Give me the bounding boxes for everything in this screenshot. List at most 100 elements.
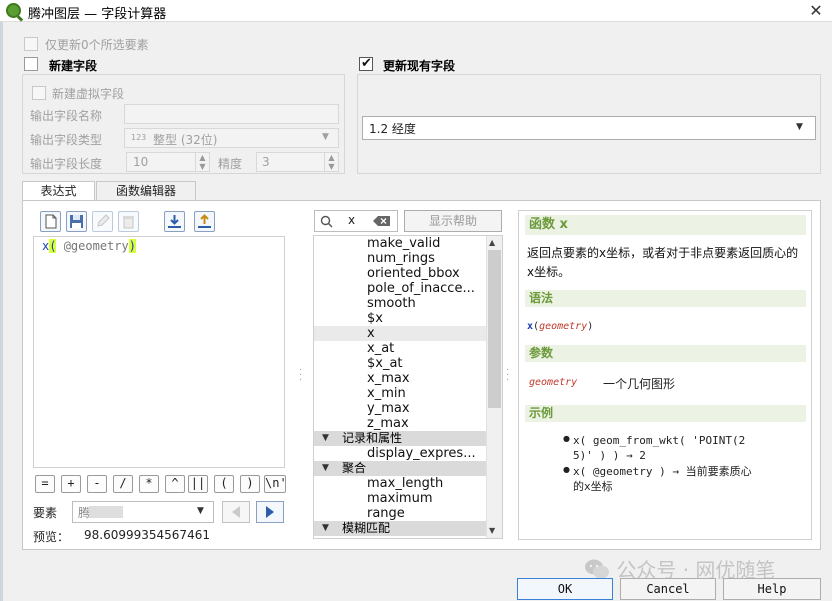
chevron-down-icon: ▼	[796, 122, 803, 132]
operator-minus-button[interactable]: -	[87, 475, 107, 493]
clear-icon[interactable]	[373, 215, 391, 227]
ok-button[interactable]: OK	[517, 578, 613, 600]
output-name-label: 输出字段名称	[30, 109, 103, 123]
function-item[interactable]: range	[314, 506, 486, 521]
help-description: 返回点要素的x坐标，或者对于非点要素返回质心的x坐标。	[527, 246, 799, 279]
precision-label: 精度	[218, 157, 243, 171]
expand-arrow-icon[interactable]: ▼	[322, 461, 329, 476]
function-group[interactable]: ▼ 记录和属性	[314, 431, 486, 446]
params-header: 参数	[525, 345, 806, 362]
help-button[interactable]: Help	[723, 578, 821, 600]
upload-icon[interactable]	[194, 211, 215, 232]
syntax-function: x	[527, 321, 534, 332]
download-icon[interactable]	[164, 211, 185, 232]
scroll-down-icon[interactable]: ▼	[489, 526, 495, 535]
title-bar: 腾冲图层 — 字段计算器 ✕	[0, 0, 832, 22]
code-close-paren: )	[128, 239, 136, 253]
function-item[interactable]: y_max	[314, 401, 486, 416]
next-feature-button[interactable]	[256, 501, 284, 523]
example-1: x( geom_from_wkt( 'POINT(2 5)' ) ) → 2	[573, 433, 745, 463]
code-argument: @geometry	[56, 239, 129, 253]
window-edge	[0, 22, 3, 601]
output-name-input[interactable]	[124, 104, 339, 124]
function-group-label: 聚合	[342, 461, 367, 475]
operator-open-paren-button[interactable]: (	[214, 475, 234, 493]
function-item[interactable]: $x_at	[314, 356, 486, 371]
scrollbar[interactable]: ▲ ▼	[486, 236, 502, 538]
example-1-line-1: x( geom_from_wkt( 'POINT(2	[573, 434, 746, 447]
tab-expression[interactable]: 表达式	[22, 181, 95, 201]
function-item[interactable]: x_max	[314, 371, 486, 386]
function-item[interactable]: z_max	[314, 416, 486, 431]
spin-arrows-icon[interactable]: ▲ ▼	[324, 153, 338, 171]
function-item[interactable]: make_valid	[314, 236, 486, 251]
operator-concat-button[interactable]: ||	[188, 475, 208, 493]
cancel-button[interactable]: Cancel	[620, 578, 716, 600]
function-item[interactable]: num_rings	[314, 251, 486, 266]
function-group[interactable]: ▼ 模糊匹配	[314, 521, 486, 536]
function-list[interactable]: make_valid num_rings oriented_bbox pole_of_…	[314, 236, 486, 538]
operator-close-paren-button[interactable]: )	[240, 475, 260, 493]
function-item[interactable]: display_expres...	[314, 446, 486, 461]
virtual-field-checkbox[interactable]	[32, 86, 46, 100]
bullet-icon: ●	[563, 465, 570, 474]
function-item[interactable]: $x	[314, 311, 486, 326]
function-item[interactable]: oriented_bbox	[314, 266, 486, 281]
existing-field-combo[interactable]: 1.2 经度 ▼	[362, 116, 816, 140]
expression-editor[interactable]: x( @geometry)	[33, 236, 285, 468]
wechat-icon	[585, 559, 609, 579]
function-search-input[interactable]: x	[314, 210, 398, 232]
function-item[interactable]: pole_of_inacce...	[314, 281, 486, 296]
output-length-spinbox[interactable]: 10 ▲ ▼	[126, 152, 210, 172]
output-type-combo[interactable]: 123 整型 (32位) ▼	[124, 128, 339, 148]
example-1-line-2: 5)' ) ) → 2	[573, 449, 646, 462]
function-item[interactable]: x_min	[314, 386, 486, 401]
tab-function-editor[interactable]: 函数编辑器	[96, 181, 196, 201]
operator-multiply-button[interactable]: *	[139, 475, 159, 493]
qgis-logo-icon	[6, 3, 21, 18]
search-icon	[320, 215, 333, 228]
examples-header: 示例	[525, 405, 806, 422]
expand-arrow-icon[interactable]: ▼	[322, 431, 329, 446]
function-item[interactable]: max_length	[314, 476, 486, 491]
search-value: x	[348, 213, 356, 227]
function-group[interactable]: ▼ 聚合	[314, 461, 486, 476]
function-item[interactable]: maximum	[314, 491, 486, 506]
feature-combo[interactable]: 腾 ▼	[72, 501, 214, 523]
operator-equals-button[interactable]: =	[35, 475, 55, 493]
close-icon[interactable]: ✕	[806, 1, 826, 21]
preview-label: 预览：	[33, 530, 70, 544]
expand-arrow-icon[interactable]: ▼	[322, 521, 329, 536]
edit-icon[interactable]	[92, 211, 113, 232]
update-field-checkbox[interactable]	[359, 56, 373, 71]
operator-newline-button[interactable]: \n'	[264, 475, 287, 493]
function-item[interactable]: smooth	[314, 296, 486, 311]
only-selected-checkbox[interactable]	[24, 37, 38, 51]
operator-power-button[interactable]: ^	[165, 475, 185, 493]
new-file-icon[interactable]	[40, 211, 61, 232]
update-field-label: 更新现有字段	[383, 59, 456, 73]
function-group-label: 记录和属性	[342, 431, 403, 445]
operator-divide-button[interactable]: /	[113, 475, 133, 493]
scrollbar-thumb[interactable]	[488, 250, 501, 408]
param-name: geometry	[529, 377, 578, 388]
new-field-checkbox[interactable]	[24, 57, 38, 71]
existing-field-value: 1.2 经度	[369, 122, 416, 136]
save-icon[interactable]	[66, 211, 87, 232]
splitter-handle[interactable]: · · ·	[506, 366, 509, 386]
function-item[interactable]: x_at	[314, 341, 486, 356]
previous-feature-button[interactable]	[222, 501, 250, 523]
param-description: 一个几何图形	[603, 377, 676, 391]
output-length-value: 10	[133, 155, 149, 169]
syntax-line: x(geometry)	[527, 321, 594, 332]
function-item[interactable]: x	[314, 326, 486, 341]
operator-plus-button[interactable]: +	[61, 475, 81, 493]
help-title: 函数 x	[525, 215, 806, 235]
delete-icon[interactable]	[118, 211, 139, 232]
splitter-handle[interactable]: · · ·	[299, 366, 302, 386]
precision-spinbox[interactable]: 3 ▲ ▼	[256, 152, 339, 172]
show-help-button[interactable]: 显示帮助	[404, 210, 502, 232]
spin-arrows-icon[interactable]: ▲ ▼	[195, 153, 209, 171]
scroll-up-icon[interactable]: ▲	[489, 238, 495, 247]
arrow-left-icon	[232, 506, 240, 518]
